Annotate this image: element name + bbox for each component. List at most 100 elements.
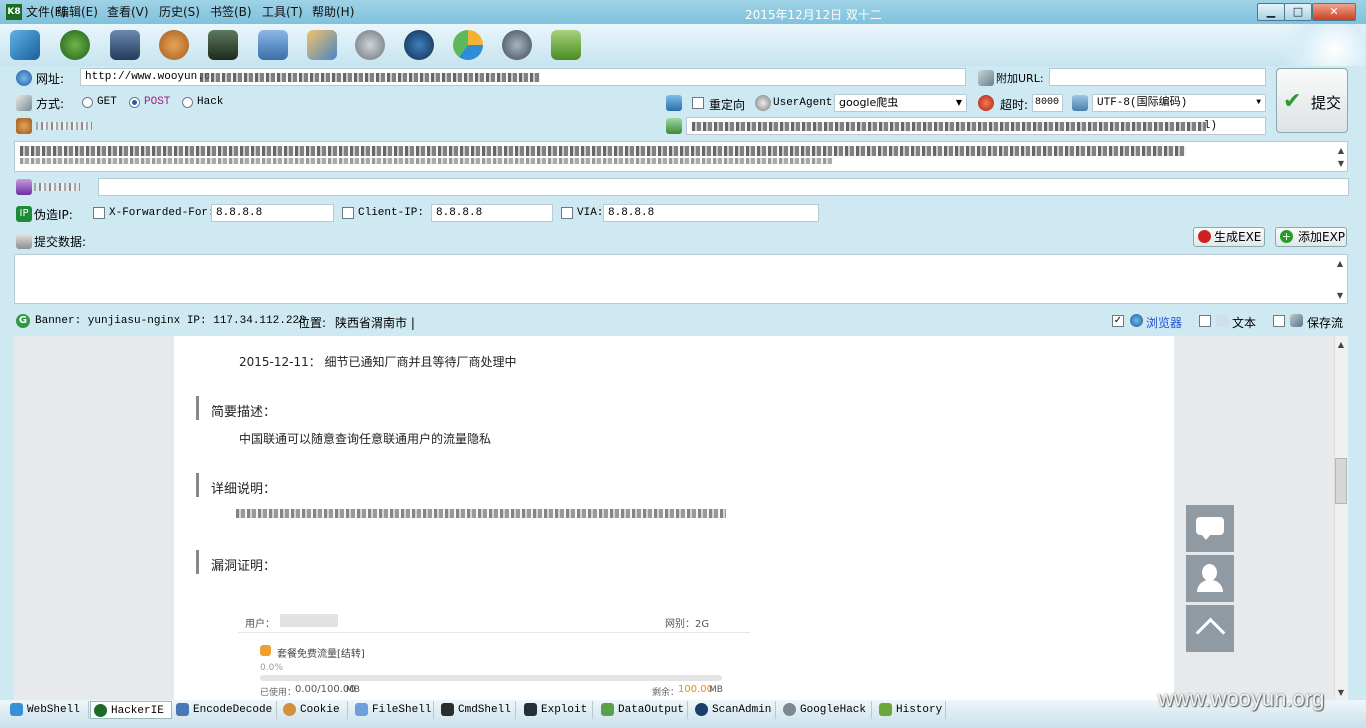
radio-hack[interactable] xyxy=(182,97,193,108)
scroll-thumb[interactable] xyxy=(1335,458,1347,504)
lock-icon[interactable] xyxy=(502,30,532,60)
savestream-label: 保存流 xyxy=(1307,316,1344,330)
comment-button[interactable] xyxy=(1186,505,1234,552)
card-package: 套餐免费流量[结转] xyxy=(277,649,365,660)
spoof-label: 伪造IP: xyxy=(34,208,73,222)
timeout-input[interactable]: 8000 xyxy=(1032,94,1063,112)
webshell-icon xyxy=(10,703,23,716)
upload-icon[interactable] xyxy=(551,30,581,60)
tab-dataoutput[interactable]: DataOutput xyxy=(598,701,688,719)
tab-webshell[interactable]: WebShell xyxy=(7,701,89,719)
maximize-button[interactable]: □ xyxy=(1284,3,1312,21)
database-icon[interactable] xyxy=(355,30,385,60)
savestream-checkbox[interactable] xyxy=(1273,315,1285,327)
referer-input[interactable] xyxy=(98,178,1349,196)
radio-get[interactable] xyxy=(82,97,93,108)
cookie-icon xyxy=(283,703,296,716)
chart-icon[interactable] xyxy=(453,30,483,60)
via-checkbox[interactable] xyxy=(561,207,573,219)
scroll-up-icon[interactable]: ▲ xyxy=(1334,340,1348,349)
cookie-icon[interactable] xyxy=(159,30,189,60)
xff-checkbox[interactable] xyxy=(93,207,105,219)
scroll-down-icon[interactable]: ▼ xyxy=(1333,291,1347,300)
card-progress-track xyxy=(260,675,722,681)
decor-swirl xyxy=(1260,24,1366,66)
watermark: www.wooyun.org xyxy=(1158,686,1325,711)
globe-icon[interactable] xyxy=(404,30,434,60)
folder-icon[interactable] xyxy=(258,30,288,60)
close-button[interactable]: ✕ xyxy=(1312,3,1356,21)
clipboard-icon xyxy=(16,233,32,249)
xff-input[interactable]: 8.8.8.8 xyxy=(211,204,334,222)
chevron-up-icon xyxy=(1195,617,1226,648)
postdata-textarea[interactable] xyxy=(14,254,1348,304)
tab-label: EncodeDecode xyxy=(193,704,273,716)
radio-get-label: GET xyxy=(97,96,117,108)
menu-history[interactable]: 历史(S) xyxy=(159,3,200,20)
encoding-select[interactable]: UTF-8(国际编码) ▼ xyxy=(1092,94,1266,112)
detail-title: 详细说明： xyxy=(211,482,277,497)
tab-cookie[interactable]: Cookie xyxy=(280,701,348,719)
pen-icon[interactable] xyxy=(307,30,337,60)
radio-post[interactable] xyxy=(129,97,140,108)
scroll-down-icon[interactable]: ▼ xyxy=(1334,688,1348,697)
globe-icon xyxy=(695,703,708,716)
terminal-icon[interactable] xyxy=(208,30,238,60)
clientip-checkbox[interactable] xyxy=(342,207,354,219)
tab-encodedecode[interactable]: EncodeDecode xyxy=(173,701,277,719)
add-exp-button[interactable]: + 添加EXP xyxy=(1275,227,1347,247)
menu-view[interactable]: 查看(V) xyxy=(107,3,149,20)
proof-title: 漏洞证明： xyxy=(211,559,277,574)
submit-button[interactable]: ✔ 提交 xyxy=(1276,68,1348,133)
redirect-label: 重定向 xyxy=(709,98,746,112)
user-icon-body xyxy=(1197,580,1223,592)
tab-fileshell[interactable]: FileShell xyxy=(352,701,434,719)
network-icon[interactable] xyxy=(10,30,40,60)
menu-tools[interactable]: 工具(T) xyxy=(262,3,303,20)
clientip-value: 8.8.8.8 xyxy=(436,207,483,219)
timeline-entry: 2015-12-11： 细节已通知厂商并且等待厂商处理中 xyxy=(239,355,517,369)
tab-googlehack[interactable]: GoogleHack xyxy=(780,701,872,719)
scroll-up-icon[interactable]: ▲ xyxy=(1334,146,1348,155)
browser-checkbox[interactable]: ✓ xyxy=(1112,315,1124,327)
card-remain-unit: MB xyxy=(709,685,723,695)
clientip-label: Client-IP: xyxy=(358,207,425,219)
brief-title: 简要描述： xyxy=(211,405,277,420)
tab-label: DataOutput xyxy=(618,704,685,716)
via-input[interactable]: 8.8.8.8 xyxy=(603,204,819,222)
brief-text: 中国联通可以随意查询任意联通用户的流量隐私 xyxy=(239,432,492,446)
tab-exploit[interactable]: Exploit xyxy=(521,701,593,719)
user-button[interactable] xyxy=(1186,555,1234,602)
back-to-top-button[interactable] xyxy=(1186,605,1234,652)
generate-exe-button[interactable]: 生成EXE xyxy=(1193,227,1265,247)
scroll-down-icon[interactable]: ▼ xyxy=(1334,159,1348,168)
hacker-icon[interactable] xyxy=(60,30,90,60)
text-checkbox[interactable] xyxy=(1199,315,1211,327)
redirect-checkbox[interactable] xyxy=(692,97,704,109)
addurl-input[interactable] xyxy=(1049,68,1266,86)
folder-icon xyxy=(355,703,368,716)
menu-help[interactable]: 帮助(H) xyxy=(312,3,354,20)
menu-bookmarks[interactable]: 书签(B) xyxy=(210,3,252,20)
tab-scanadmin[interactable]: ScanAdmin xyxy=(692,701,776,719)
tab-label: HackerIE xyxy=(111,705,164,717)
timeout-value: 8000 xyxy=(1035,97,1060,108)
method-label: 方式: xyxy=(36,97,65,111)
clientip-input[interactable]: 8.8.8.8 xyxy=(431,204,553,222)
toolbar xyxy=(0,24,1366,66)
tab-cmdshell[interactable]: CmdShell xyxy=(438,701,516,719)
ua-value: google爬虫 xyxy=(839,96,899,109)
scroll-up-icon[interactable]: ▲ xyxy=(1333,259,1347,268)
tab-hackerie[interactable]: HackerIE xyxy=(90,701,172,719)
menu-edit[interactable]: 编辑(E) xyxy=(57,3,98,20)
comment-icon-tail xyxy=(1201,534,1211,540)
tab-label: History xyxy=(896,704,943,716)
ua-select[interactable]: google爬虫 ▼ xyxy=(834,94,967,112)
tab-history[interactable]: History xyxy=(876,701,946,719)
minimize-button[interactable]: ▁ xyxy=(1257,3,1285,21)
ie-icon xyxy=(1130,314,1143,327)
tab-label: FileShell xyxy=(372,704,432,716)
computer-icon[interactable] xyxy=(110,30,140,60)
browser-scrollbar[interactable] xyxy=(1334,336,1348,700)
tab-label: Exploit xyxy=(541,704,588,716)
